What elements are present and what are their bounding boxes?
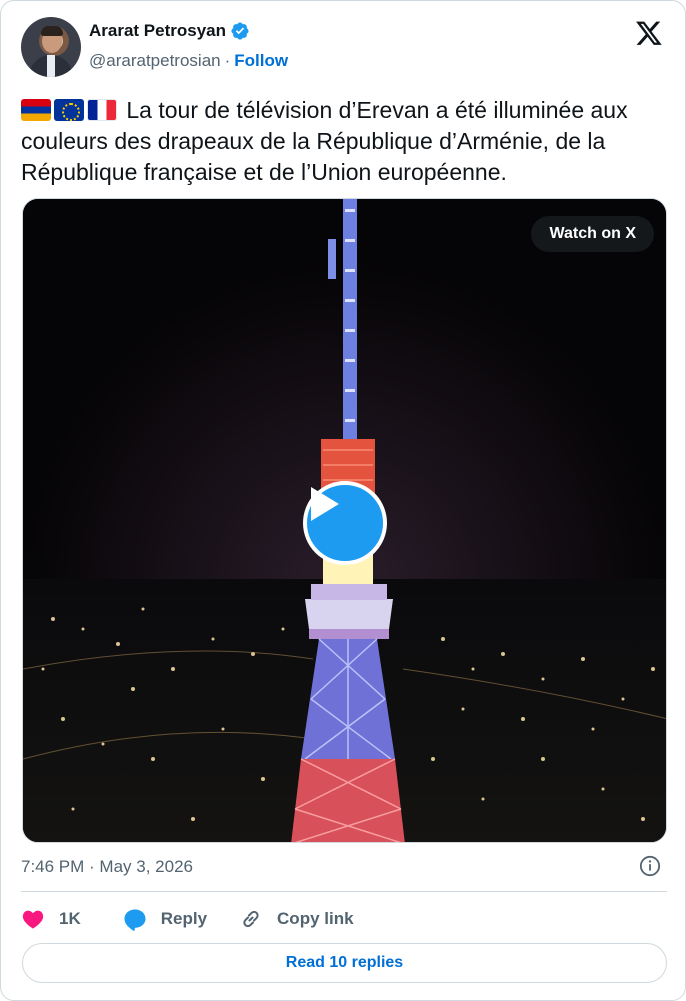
play-icon (311, 487, 339, 521)
eu-flag-icon (54, 99, 84, 121)
copy-link-button[interactable]: Copy link (239, 907, 354, 931)
read-replies-button[interactable]: Read 10 replies (22, 943, 667, 983)
author-name-row: Ararat Petrosyan (89, 21, 250, 41)
tweet-actions: 1K Reply Copy link (21, 903, 386, 935)
author-avatar[interactable] (21, 17, 81, 77)
reply-button[interactable]: Reply (123, 907, 207, 931)
watch-on-x-button[interactable]: Watch on X (531, 216, 654, 252)
x-logo-icon[interactable] (635, 19, 663, 47)
link-icon (243, 910, 259, 928)
play-button[interactable] (303, 481, 387, 565)
video-media[interactable]: Watch on X (22, 198, 667, 843)
follow-button[interactable]: Follow (234, 51, 288, 71)
like-count: 1K (59, 909, 81, 928)
heart-icon (22, 910, 44, 929)
handle-separator: · (224, 51, 231, 70)
france-flag-icon (87, 99, 117, 121)
tweet-text: La tour de télévision d’Erevan a été ill… (21, 95, 671, 188)
author-handle[interactable]: @araratpetrosian (89, 51, 221, 71)
author-handle-row: @araratpetrosian · Follow (89, 51, 288, 71)
info-icon[interactable] (639, 855, 661, 877)
footer-divider (21, 891, 667, 892)
like-button[interactable]: 1K (21, 907, 81, 931)
reply-bubble-icon (124, 909, 146, 931)
avatar-shirt (47, 55, 55, 77)
author-display-name[interactable]: Ararat Petrosyan (89, 21, 226, 41)
embedded-tweet-card: Ararat Petrosyan @araratpetrosian · Foll… (0, 0, 686, 1001)
armenia-flag-icon (21, 99, 51, 121)
copy-link-label: Copy link (277, 909, 354, 928)
reply-label: Reply (160, 909, 208, 928)
avatar-hair (41, 26, 63, 36)
tweet-timestamp[interactable]: 7:46 PM · May 3, 2026 (21, 857, 193, 877)
verified-badge-icon (231, 22, 249, 40)
